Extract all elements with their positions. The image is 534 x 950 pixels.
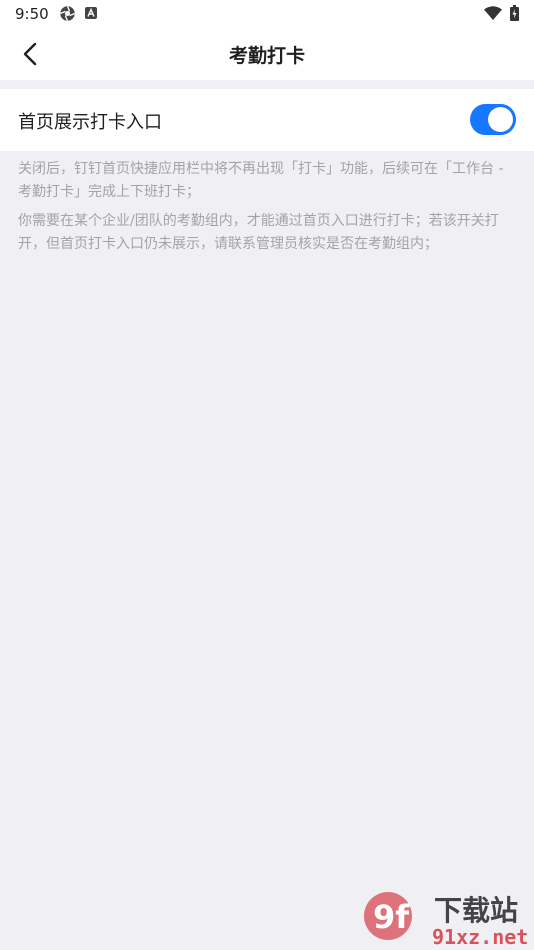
description-text-2: 你需要在某个企业/团队的考勤组内，才能通过首页入口进行打卡；若该开关打开，但首页… bbox=[18, 213, 499, 252]
setting-label: 首页展示打卡入口 bbox=[18, 112, 162, 133]
page-title: 考勤打卡 bbox=[228, 45, 305, 67]
wifi-icon bbox=[484, 6, 502, 20]
watermark-url: 91xz.net bbox=[432, 925, 528, 949]
aperture-icon bbox=[60, 6, 75, 21]
status-bar: 9:50 bbox=[0, 0, 534, 28]
toggle-knob bbox=[488, 107, 513, 132]
watermark-title: 下载站 bbox=[434, 894, 518, 927]
description-text-1: 关闭后，钉钉首页快捷应用栏中将不再出现「打卡」功能，后续可在「工作台 - 考勤打… bbox=[18, 161, 504, 200]
home-checkin-toggle[interactable] bbox=[470, 104, 516, 135]
watermark-logo-text: 9f bbox=[373, 898, 410, 936]
nav-bar: 考勤打卡 bbox=[0, 28, 534, 80]
notification-a-icon bbox=[85, 7, 97, 19]
battery-icon bbox=[510, 5, 519, 21]
watermark-logo: 9f 下载站 91xz.net bbox=[364, 892, 528, 949]
setting-row-home-checkin: 首页展示打卡入口 bbox=[0, 89, 534, 151]
status-time: 9:50 bbox=[15, 5, 49, 23]
